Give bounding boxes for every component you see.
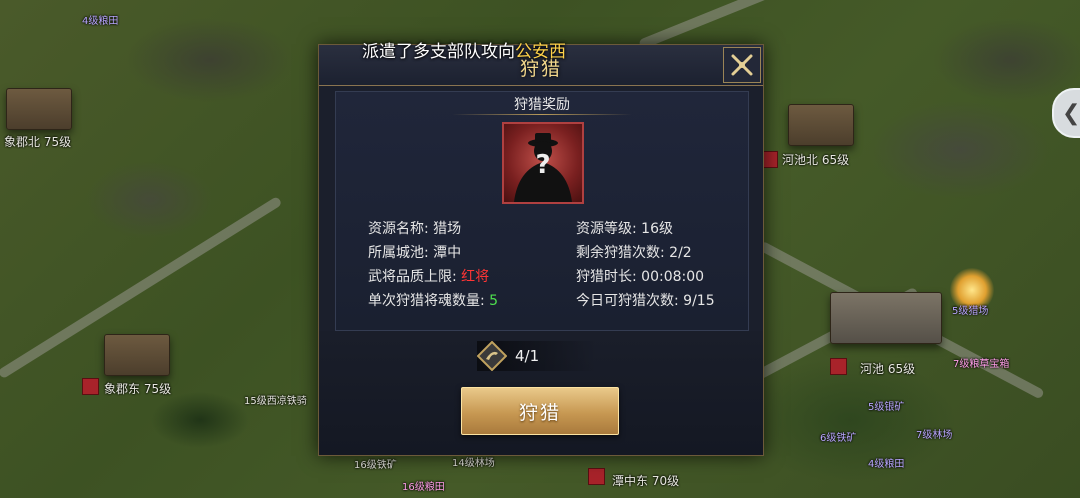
city-flag	[588, 468, 605, 485]
map-label[interactable]: 6级铁矿	[820, 429, 856, 444]
map-label[interactable]: 潭中东 70级	[612, 472, 679, 489]
broadcast-text: 派遣了多支部队攻向	[362, 42, 515, 62]
broadcast-target: 公安西	[515, 42, 566, 62]
close-button[interactable]	[723, 47, 761, 83]
info-resource-name: 资源名称: 猎场	[368, 221, 462, 237]
map-road	[638, 0, 819, 50]
dialog-footer: 4/1 狩猎	[319, 331, 763, 455]
map-label[interactable]: 7级粮草宝箱	[953, 355, 1009, 370]
section-title: 狩猎奖励	[514, 97, 570, 113]
map-label[interactable]: 象郡北 75级	[4, 133, 71, 150]
map-label[interactable]: 河池 65级	[860, 360, 915, 377]
map-label[interactable]: 河池北 65级	[782, 151, 849, 168]
map-label[interactable]: 16级铁矿	[354, 456, 397, 471]
close-icon	[731, 54, 753, 76]
map-label[interactable]: 14级林场	[452, 454, 495, 469]
map-label[interactable]: 16级粮田	[402, 478, 445, 493]
broadcast-message: 派遣了多支部队攻向公安西	[362, 37, 566, 62]
divider	[452, 114, 632, 115]
map-label[interactable]: 5级银矿	[868, 398, 904, 413]
info-resource-level: 资源等级: 16级	[576, 221, 673, 237]
map-label[interactable]: 象郡东 75级	[104, 380, 171, 397]
hunt-cost: 4/1	[477, 341, 597, 371]
city-xiangjun-east[interactable]	[104, 334, 170, 376]
info-city: 所属城池: 潭中	[368, 245, 462, 261]
unknown-general-portrait[interactable]: ?	[502, 122, 584, 204]
info-remaining-hunts: 剩余狩猎次数: 2/2	[576, 245, 692, 261]
question-mark-icon: ?	[535, 150, 551, 180]
chevron-left-icon: ❮❮	[1062, 100, 1080, 126]
map-label[interactable]: 5级猎场	[952, 302, 988, 317]
reward-panel: 狩猎奖励 ? 资源名称: 猎场 资源等级: 16级 所属城池: 潭中 剩余狩猎次…	[335, 91, 749, 331]
hunt-button[interactable]: 狩猎	[461, 387, 619, 435]
hunt-dialog: 狩猎 狩猎奖励 ? 资源名称: 猎场 资源等级: 16级 所属城池: 潭中 剩余…	[318, 44, 764, 456]
info-hunt-duration: 狩猎时长: 00:08:00	[576, 269, 705, 285]
info-souls-per-hunt: 单次狩猎将魂数量: 5	[368, 293, 499, 309]
hunt-cost-value: 4/1	[515, 347, 540, 365]
city-flag	[82, 378, 99, 395]
map-label[interactable]: 4级粮田	[868, 455, 904, 470]
city-flag	[830, 358, 847, 375]
hunt-token-icon	[477, 341, 507, 371]
info-daily-hunts: 今日可狩猎次数: 9/15	[576, 293, 715, 309]
map-label[interactable]: 4级粮田	[82, 12, 118, 27]
city-hechi-north[interactable]	[788, 104, 854, 146]
hunt-button-label: 狩猎	[518, 401, 561, 424]
city-xiangjun-north[interactable]	[6, 88, 72, 130]
info-quality-cap: 武将品质上限: 红将	[368, 269, 490, 285]
map-label[interactable]: 7级林场	[916, 426, 952, 441]
map-label[interactable]: 15级西凉铁骑	[244, 392, 307, 407]
city-hechi[interactable]	[830, 292, 942, 344]
